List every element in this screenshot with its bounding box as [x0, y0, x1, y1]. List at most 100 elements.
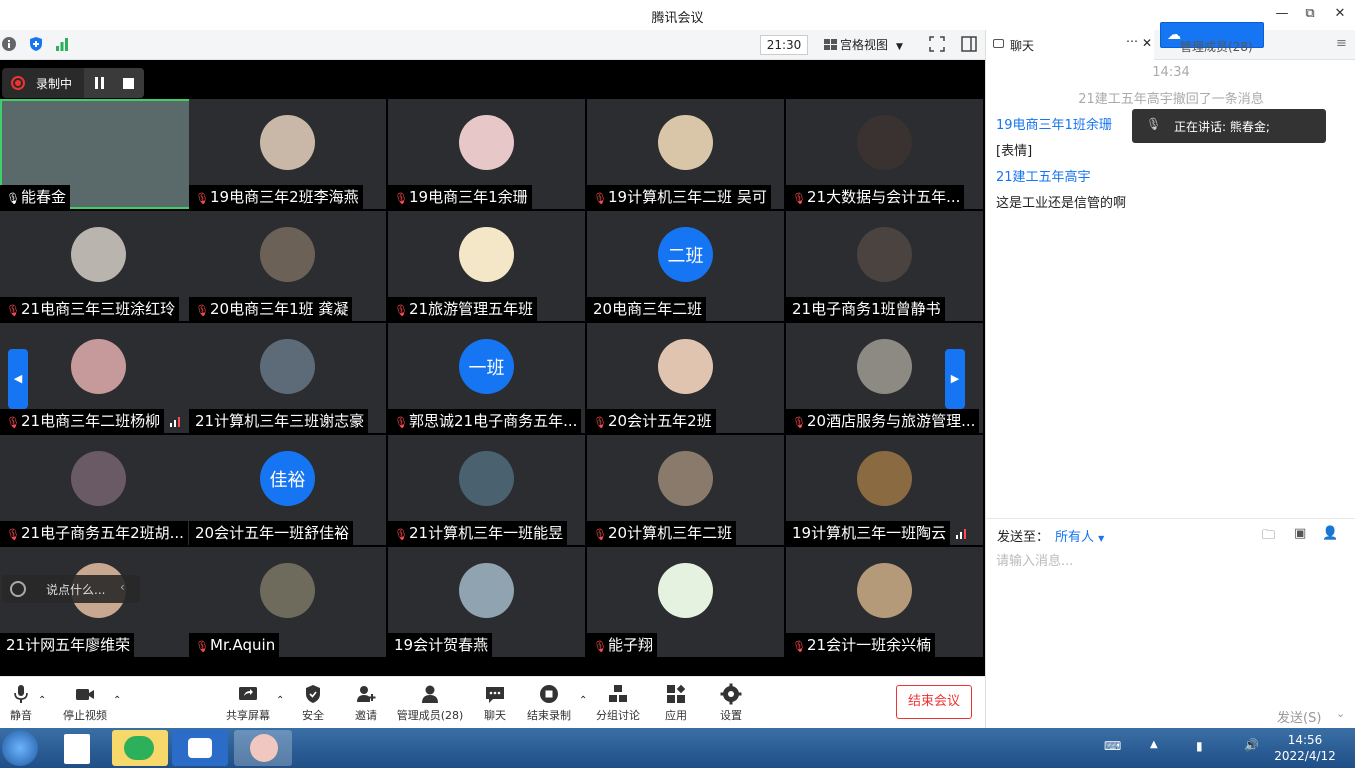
clock[interactable]: 14:56 2022/4/12 [1270, 732, 1340, 764]
invite-button[interactable]: 邀请 [351, 683, 381, 723]
participant-tile[interactable]: 佳裕 20会计五年一班舒佳裕 [189, 435, 386, 545]
chevron-down-icon: ▼ [896, 42, 903, 52]
mic-muted-icon: 🎙 [593, 640, 607, 653]
taskbar: ⌨ ▲ ▮ 🔊 14:56 2022/4/12 [0, 728, 1355, 768]
send-to-value: 所有人 [1055, 530, 1095, 545]
participant-tile[interactable]: 🎙19电商三年1余珊 [388, 99, 585, 209]
more-icon[interactable]: ⋯ [1126, 34, 1138, 48]
tab-members[interactable]: 管理成员(28) [1180, 38, 1253, 55]
close-button[interactable]: ✕ [1330, 6, 1350, 24]
breakout-button[interactable]: 分组讨论 [594, 683, 642, 723]
apps-button[interactable]: 应用 [661, 683, 691, 723]
tab-chat[interactable]: 聊天 ⋯ ✕ [986, 30, 1154, 60]
participant-tile[interactable]: 🎙19计算机三年二班 吴可 [587, 99, 784, 209]
chat-button[interactable]: 聊天 [480, 683, 510, 723]
fullscreen-icon[interactable] [929, 36, 945, 52]
mute-button[interactable]: 静音 [4, 683, 38, 723]
mic-muted-icon: 🎙 [394, 192, 408, 205]
emoji-icon[interactable] [10, 581, 26, 597]
participant-name: 能子翔 [608, 636, 654, 654]
user-settings-icon[interactable]: 👤 [1322, 526, 1338, 541]
message-sender[interactable]: 19电商三年1班余珊 [996, 114, 1112, 133]
participant-tile[interactable]: 🎙20电商三年1班 龚凝 [189, 211, 386, 321]
participant-tile[interactable]: 🎙21电商三年二班杨柳 [0, 323, 197, 433]
participant-name-bar: 🎙Mr.Aquin [189, 633, 280, 657]
chat-tabs: 聊天 ⋯ ✕ ☁ 管理成员(28) ≡ [986, 22, 1355, 60]
video-options-chevron[interactable]: ⌃ [113, 695, 121, 706]
view-switcher[interactable]: 宫格视图 ▼ [818, 35, 915, 55]
participant-name: 21电商三年三班涂红玲 [21, 300, 176, 318]
say-something-input[interactable]: 说点什么... [46, 581, 105, 598]
participant-tile[interactable]: 19计算机三年一班陶云 [786, 435, 983, 545]
minimize-button[interactable]: — [1272, 6, 1292, 24]
maximize-button[interactable]: ⧉ [1300, 6, 1320, 24]
record-options-chevron[interactable]: ⌃ [579, 695, 587, 706]
reaction-bar[interactable]: 说点什么... ‹ [2, 575, 140, 603]
participant-name-bar: 🎙21电商三年二班杨柳 [0, 409, 165, 433]
participant-avatar [260, 339, 315, 394]
close-chat-icon[interactable]: ✕ [1142, 36, 1152, 50]
participant-tile[interactable]: 🎙Mr.Aquin [189, 547, 386, 657]
document-taskbar-icon[interactable] [64, 734, 90, 764]
participant-tile[interactable]: 🎙能子翔 [587, 547, 784, 657]
participant-tile[interactable]: 🎙19电商三年2班李海燕 [189, 99, 386, 209]
send-button[interactable]: 发送(S) [1277, 707, 1321, 726]
participant-tile[interactable]: 🎙21旅游管理五年班 [388, 211, 585, 321]
chevron-left-icon[interactable]: ‹ [120, 580, 125, 594]
send-to-select[interactable]: 所有人 ▼ [1055, 526, 1104, 545]
message-text: 这是工业还是信管的啊 [996, 196, 1127, 211]
security-button[interactable]: 安全 [298, 683, 328, 723]
participant-tile[interactable]: 🎙21会计一班余兴楠 [786, 547, 983, 657]
prev-page-button[interactable]: ◀ [8, 349, 28, 409]
record-icon [11, 76, 25, 90]
participant-tile[interactable]: 19会计贺春燕 [388, 547, 585, 657]
end-meeting-button[interactable]: 结束会议 [896, 685, 972, 719]
announcement-icon[interactable]: ▣ [1294, 526, 1306, 541]
shield-icon[interactable] [28, 36, 44, 52]
send-options-chevron[interactable]: ⌄ [1336, 707, 1345, 720]
info-icon[interactable] [1, 36, 17, 52]
wechat-taskbar-icon[interactable] [112, 730, 168, 766]
menu-icon[interactable]: ≡ [1336, 36, 1347, 51]
participant-avatar [857, 563, 912, 618]
tray-expand-icon[interactable]: ▲ [1150, 739, 1158, 750]
share-options-chevron[interactable]: ⌃ [276, 695, 284, 706]
participant-tile[interactable]: 🎙21电商三年三班涂红玲 [0, 211, 197, 321]
sidebar-toggle-icon[interactable] [961, 36, 977, 52]
pause-icon[interactable] [95, 77, 98, 89]
message-text: [表情] [996, 144, 1033, 159]
participant-avatar [260, 227, 315, 282]
keyboard-icon[interactable]: ⌨ [1104, 739, 1121, 753]
app-taskbar-icon[interactable] [234, 730, 292, 766]
signal-icon[interactable] [54, 36, 70, 52]
participant-name-bar: 🎙能子翔 [587, 633, 658, 657]
participant-tile[interactable]: 🎙21计算机三年一班能昱 [388, 435, 585, 545]
participant-tile[interactable]: 21电子商务1班曾静书 [786, 211, 983, 321]
participant-tile[interactable]: 一班 🎙郭思诚21电子商务五年... [388, 323, 585, 433]
message-sender[interactable]: 21建工五年高宇 [996, 166, 1091, 185]
invite-label: 邀请 [355, 709, 377, 722]
participant-tile[interactable]: 🎙能春金 [0, 99, 197, 209]
network-icon[interactable]: ▮ [1196, 739, 1203, 753]
participant-tile[interactable]: 二班 20电商三年二班 [587, 211, 784, 321]
folder-icon[interactable]: 🗀 [1262, 526, 1275, 548]
message-input[interactable]: 请输入消息... [996, 550, 1346, 570]
participant-tile[interactable]: 🎙21大数据与会计五年... [786, 99, 983, 209]
tencent-meeting-taskbar-icon[interactable] [172, 730, 228, 766]
next-page-button[interactable]: ▶ [945, 349, 965, 409]
mute-options-chevron[interactable]: ⌃ [38, 695, 46, 706]
stop-video-button[interactable]: 停止视频 [60, 683, 110, 723]
end-recording-button[interactable]: 结束录制 [525, 683, 573, 723]
manage-members-button[interactable]: 管理成员(28) [396, 683, 464, 723]
meeting-toolbar: 21:30 宫格视图 ▼ [0, 30, 985, 60]
participant-tile[interactable]: 21计算机三年三班谢志豪 [189, 323, 386, 433]
settings-button[interactable]: 设置 [716, 683, 746, 723]
participant-tile[interactable]: 🎙20会计五年2班 [587, 323, 784, 433]
participant-name-bar: 20电商三年二班 [587, 297, 707, 321]
start-button[interactable] [2, 730, 38, 766]
volume-icon[interactable]: 🔊 [1244, 738, 1259, 752]
stop-icon[interactable] [123, 78, 134, 89]
share-screen-button[interactable]: 共享屏幕 [224, 683, 272, 723]
participant-tile[interactable]: 🎙21电子商务五年2班胡... [0, 435, 197, 545]
participant-tile[interactable]: 🎙20计算机三年二班 [587, 435, 784, 545]
